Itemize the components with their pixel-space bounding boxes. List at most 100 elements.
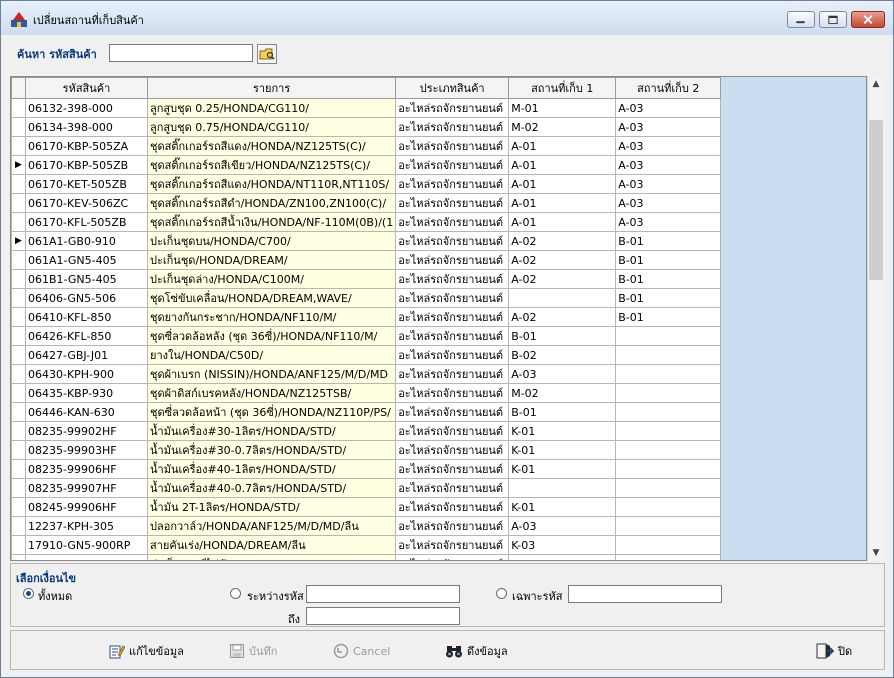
cell-type[interactable]: อะไหล่รถจักรยานยนต์ [395, 497, 510, 517]
row-selector[interactable] [11, 554, 26, 560]
cell-code[interactable]: 1P7-H4723-00 [25, 554, 148, 560]
cell-location-2[interactable] [615, 402, 722, 422]
row-selector[interactable] [11, 516, 26, 536]
cell-location-2[interactable] [615, 459, 722, 479]
cell-location-1[interactable]: A-01 [508, 193, 617, 213]
row-selector[interactable] [11, 383, 26, 403]
cell-type[interactable]: อะไหล่รถจักรยานยนต์ [395, 212, 510, 232]
cell-code[interactable]: 06170-KEV-506ZC [25, 193, 148, 213]
cell-location-2[interactable]: B-01 [615, 231, 722, 251]
cell-code[interactable]: 06427-GBJ-J01 [25, 345, 148, 365]
cell-name[interactable]: น้ำมันเครื่อง#40-0.7ลิตร/HONDA/STD/ [146, 478, 397, 498]
vertical-scrollbar[interactable]: ▲ ▼ [867, 76, 884, 561]
row-selector[interactable] [11, 440, 26, 460]
table-row[interactable]: 12237-KPH-305 ปลอกวาล์ว/HONDA/ANF125/M/D/… [11, 516, 722, 536]
radio-range-label[interactable]: ระหว่างรหัส [247, 587, 304, 605]
cell-name[interactable]: ปะเก็นชุด/HONDA/DREAM/ [146, 250, 397, 270]
cell-location-2[interactable]: B-01 [615, 288, 722, 308]
cell-location-1[interactable]: A-02 [508, 307, 617, 327]
row-selector[interactable] [11, 478, 26, 498]
table-row[interactable]: 06132-398-000 ลูกสูบชุด 0.25/HONDA/CG110/… [11, 98, 722, 118]
table-row[interactable]: ▶ 061A1-GB0-910 ปะเก็นชุดบน/HONDA/C700/อะไ… [11, 231, 722, 251]
cell-location-2[interactable]: B-01 [615, 250, 722, 270]
cell-location-1[interactable]: A-03 [508, 516, 617, 536]
table-row[interactable]: 08245-99906HF น้ำมัน 2T-1ลิตร/HONDA/STD/อ… [11, 497, 722, 517]
cell-location-1[interactable]: B-01 [508, 402, 617, 422]
cell-location-1[interactable]: B-01 [508, 326, 617, 346]
cell-name[interactable]: ยางใน/HONDA/C50D/ [146, 345, 397, 365]
cell-location-1[interactable]: A-01 [508, 155, 617, 175]
cell-code[interactable]: 06430-KPH-900 [25, 364, 148, 384]
cell-name[interactable]: สายคันเร่ง/HONDA/DREAM/ลีน [146, 535, 397, 555]
cell-location-2[interactable]: A-03 [615, 174, 722, 194]
cell-location-1[interactable]: K-01 [508, 421, 617, 441]
cell-location-2[interactable]: A-03 [615, 98, 722, 118]
scroll-thumb[interactable] [869, 120, 883, 280]
cell-location-1[interactable]: K-01 [508, 459, 617, 479]
cell-type[interactable]: อะไหล่รถจักรยานยนต์ [395, 250, 510, 270]
cell-code[interactable]: 06170-KBP-505ZB [25, 155, 148, 175]
row-selector[interactable] [11, 250, 26, 270]
table-row[interactable]: 06170-KBP-505ZA ชุดสติ๊กเกอร์รถสีแดง/HOND… [11, 136, 722, 156]
cell-type[interactable]: อะไหล่รถจักรยานยนต์ [395, 269, 510, 289]
cell-code[interactable]: 06426-KFL-850 [25, 326, 148, 346]
cell-name[interactable]: ปะเก็นชุดบน/HONDA/C700/ [146, 231, 397, 251]
data-grid[interactable]: รหัสสินค้า รายการ ประเภทสินค้า สถานที่เก… [10, 76, 867, 561]
column-header-code[interactable]: รหัสสินค้า [25, 77, 148, 99]
edit-button[interactable]: แก้ไขข้อมูล [109, 640, 184, 662]
cell-type[interactable]: อะไหล่รถจักรยานยนต์ [395, 193, 510, 213]
cell-location-2[interactable]: B-01 [615, 269, 722, 289]
cell-type[interactable]: อะไหล่รถจักรยานยนต์ [395, 326, 510, 346]
table-row[interactable]: 06446-KAN-630 ชุดซี่ลวดล้อหน้า (ชุด 36ซี่… [11, 402, 722, 422]
cell-name[interactable]: ปะเก็นเลนส์ไฟท้าย/YAMAHA/NOUVO MX/ [146, 554, 397, 560]
cell-name[interactable]: ชุดสติ๊กเกอร์รถสีน้ำเงิน/HONDA/NF-110M(0… [146, 212, 397, 232]
cell-location-2[interactable] [615, 554, 722, 560]
cell-code[interactable]: 06435-KBP-930 [25, 383, 148, 403]
cell-location-1[interactable]: Y-04 [508, 554, 617, 560]
cell-location-1[interactable] [508, 288, 617, 308]
table-row[interactable]: 061B1-GN5-405 ปะเก็นชุดล่าง/HONDA/C100M/อ… [11, 269, 722, 289]
cell-location-1[interactable] [508, 478, 617, 498]
cell-code[interactable]: 061A1-GB0-910 [25, 231, 148, 251]
cell-code[interactable]: 061A1-GN5-405 [25, 250, 148, 270]
fetch-button[interactable]: ดึงข้อมูล [445, 640, 508, 662]
cell-location-2[interactable] [615, 516, 722, 536]
cell-name[interactable]: ชุดผ้าดิสก์เบรคหลัง/HONDA/NZ125TSB/ [146, 383, 397, 403]
search-input[interactable] [109, 44, 253, 62]
exit-button[interactable]: ปิด [816, 640, 852, 662]
cell-type[interactable]: อะไหล่รถจักรยานยนต์ [395, 516, 510, 536]
cell-code[interactable]: 06446-KAN-630 [25, 402, 148, 422]
cell-location-1[interactable]: K-01 [508, 497, 617, 517]
cell-name[interactable]: น้ำมันเครื่อง#30-1ลิตร/HONDA/STD/ [146, 421, 397, 441]
row-selector[interactable] [11, 307, 26, 327]
close-button[interactable] [851, 11, 885, 28]
cell-location-2[interactable] [615, 478, 722, 498]
cell-type[interactable]: อะไหล่รถจักรยานยนต์ [395, 174, 510, 194]
row-selector[interactable] [11, 421, 26, 441]
cell-location-1[interactable]: A-01 [508, 212, 617, 232]
radio-specific-label[interactable]: เฉพาะรหัส [512, 587, 562, 605]
table-row[interactable]: 06435-KBP-930 ชุดผ้าดิสก์เบรคหลัง/HONDA/N… [11, 383, 722, 403]
row-selector[interactable] [11, 269, 26, 289]
column-header-location-1[interactable]: สถานที่เก็บ 1 [508, 77, 617, 99]
cell-type[interactable]: อะไหล่รถจักรยานยนต์ [395, 402, 510, 422]
cell-code[interactable]: 12237-KPH-305 [25, 516, 148, 536]
column-header-type[interactable]: ประเภทสินค้า [395, 77, 510, 99]
cell-code[interactable]: 08235-99906HF [25, 459, 148, 479]
row-selector[interactable] [11, 364, 26, 384]
cell-location-1[interactable]: K-01 [508, 440, 617, 460]
cell-name[interactable]: ชุดซี่ลวดล้อหน้า (ชุด 36ซี่)/HONDA/NZ110… [146, 402, 397, 422]
cell-name[interactable]: ชุดสติ๊กเกอร์รถสีแดง/HONDA/NZ125TS(C)/ [146, 136, 397, 156]
title-bar[interactable]: เปลี่ยนสถานที่เก็บสินค้า [1, 1, 893, 35]
cell-name[interactable]: น้ำมันเครื่อง#30-0.7ลิตร/HONDA/STD/ [146, 440, 397, 460]
cell-name[interactable]: น้ำมันเครื่อง#40-1ลิตร/HONDA/STD/ [146, 459, 397, 479]
cell-name[interactable]: ชุดสติ๊กเกอร์รถสีเขียว/HONDA/NZ125TS(C)/ [146, 155, 397, 175]
cell-type[interactable]: อะไหล่รถจักรยานยนต์ [395, 117, 510, 137]
cell-location-2[interactable]: B-01 [615, 307, 722, 327]
cell-name[interactable]: ลูกสูบชุด 0.25/HONDA/CG110/ [146, 98, 397, 118]
table-row[interactable]: 061A1-GN5-405 ปะเก็นชุด/HONDA/DREAM/อะไหล… [11, 250, 722, 270]
cancel-button[interactable]: Cancel [333, 640, 390, 662]
cell-type[interactable]: อะไหล่รถจักรยานยนต์ [395, 383, 510, 403]
maximize-button[interactable] [819, 11, 847, 28]
radio-range[interactable] [230, 588, 241, 599]
